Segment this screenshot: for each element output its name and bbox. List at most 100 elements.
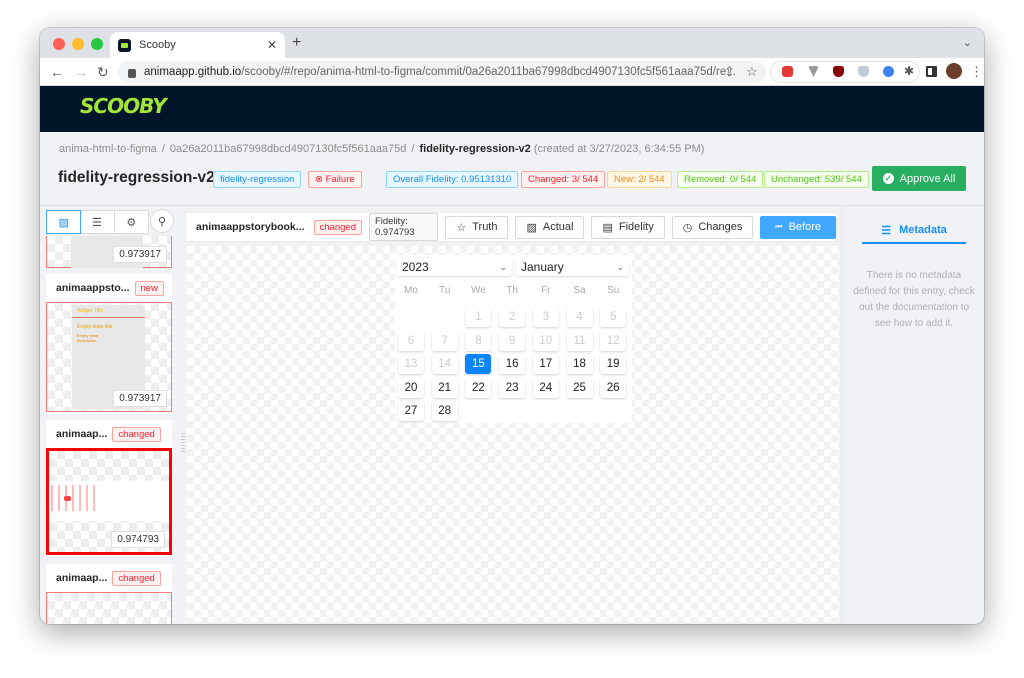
status-text: Failure bbox=[325, 174, 355, 185]
thumbnail[interactable]: 0.973917 bbox=[46, 236, 172, 268]
browser-menu-icon[interactable]: ⋮ bbox=[970, 64, 983, 80]
unchanged-count-tag[interactable]: Unchanged: 539/ 544 bbox=[764, 171, 869, 188]
side-panel-icon[interactable] bbox=[926, 66, 937, 77]
removed-count-tag[interactable]: Removed: 0/ 544 bbox=[677, 171, 764, 188]
forward-icon[interactable]: → bbox=[74, 64, 88, 80]
changed-count-tag[interactable]: Changed: 3/ 544 bbox=[521, 171, 606, 188]
calendar-day[interactable]: 5 bbox=[600, 307, 627, 327]
extension-m-icon[interactable] bbox=[883, 66, 894, 77]
changed-badge: changed bbox=[112, 570, 161, 586]
url-input[interactable]: animaapp.github.io/scooby/#/repo/anima-h… bbox=[118, 61, 766, 83]
calendar-day[interactable]: 12 bbox=[600, 330, 627, 351]
calendar-day[interactable]: 26 bbox=[600, 377, 627, 398]
thumbnail[interactable] bbox=[46, 592, 172, 624]
calendar-day[interactable]: 6 bbox=[398, 330, 424, 351]
tab-metadata[interactable]: ☰ Metadata bbox=[862, 218, 966, 244]
calendar-day[interactable]: 15 bbox=[465, 354, 492, 374]
breadcrumb-repo[interactable]: anima-html-to-figma bbox=[59, 143, 157, 155]
new-count-tag[interactable]: New: 2/ 544 bbox=[607, 171, 672, 188]
list-item[interactable]: animaap... changed bbox=[46, 564, 172, 624]
image-view-button[interactable]: ▨ bbox=[46, 210, 82, 234]
calendar-day[interactable]: 27 bbox=[398, 401, 424, 421]
calendar-day[interactable]: 4 bbox=[566, 307, 593, 327]
extension-ublock-icon[interactable] bbox=[833, 66, 844, 77]
calendar-day[interactable]: 25 bbox=[566, 377, 593, 398]
tab-search-chevron-icon[interactable]: ⌄ bbox=[963, 36, 972, 49]
weekday-label: Sa bbox=[573, 285, 586, 296]
scooby-logo[interactable]: SCOOBY bbox=[80, 94, 167, 118]
fidelity-score: 0.973917 bbox=[113, 390, 167, 407]
before-button[interactable]: ⏮ Before bbox=[760, 215, 836, 239]
extension-lastpass-icon[interactable] bbox=[782, 66, 793, 77]
weekday-label: Th bbox=[506, 285, 518, 296]
minimize-window-button[interactable] bbox=[72, 38, 84, 50]
browser-tab[interactable]: Scooby ✕ bbox=[110, 32, 285, 58]
actual-label: Actual bbox=[542, 221, 574, 233]
calendar-day[interactable]: 21 bbox=[431, 377, 458, 398]
bookmark-star-icon[interactable]: ☆ bbox=[746, 64, 758, 80]
calendar-day[interactable]: 22 bbox=[465, 377, 492, 398]
new-tab-button[interactable]: + bbox=[292, 34, 301, 52]
truth-button[interactable]: ☆ Truth bbox=[445, 215, 509, 239]
weekday-label: Fr bbox=[541, 285, 551, 296]
close-window-button[interactable] bbox=[53, 38, 65, 50]
calendar-day[interactable]: 8 bbox=[465, 330, 492, 351]
calendar-day[interactable]: 7 bbox=[431, 330, 458, 351]
actual-button[interactable]: ▨ Actual bbox=[515, 215, 585, 239]
thumbnail-selected[interactable]: 0.974793 bbox=[46, 448, 172, 555]
metadata-tab-label: Metadata bbox=[899, 224, 947, 236]
fidelity-score: 0.973917 bbox=[113, 246, 167, 263]
list-view-button[interactable]: ☰ bbox=[80, 211, 115, 233]
calendar-day[interactable]: 13 bbox=[398, 354, 424, 374]
search-button[interactable]: ⚲ bbox=[150, 209, 174, 233]
list-item[interactable]: animaap... changed 0.974793 bbox=[46, 420, 172, 556]
calendar-day[interactable]: 23 bbox=[499, 377, 526, 398]
breadcrumb-commit[interactable]: 0a26a2011ba67998dbcd4907130fc5f561aaa75d bbox=[170, 143, 407, 155]
tab-bar: Scooby ✕ + ⌄ bbox=[40, 28, 984, 58]
extension-shield-icon[interactable] bbox=[858, 66, 869, 77]
calendar-day[interactable]: 1 bbox=[465, 307, 492, 327]
calendar-day[interactable]: 24 bbox=[532, 377, 559, 398]
calendar-day[interactable]: 20 bbox=[398, 377, 424, 398]
approve-all-button[interactable]: ✓ Approve All bbox=[872, 166, 966, 191]
fidelity-score: 0.974793 bbox=[111, 531, 165, 548]
year-select[interactable]: 2023 ⌄ bbox=[397, 258, 512, 276]
profile-avatar[interactable] bbox=[946, 63, 962, 79]
close-tab-icon[interactable]: ✕ bbox=[267, 38, 277, 52]
list-item[interactable]: animaappsto... new Widget Title Empty sta… bbox=[46, 274, 172, 414]
breadcrumb-current: fidelity-regression-v2 bbox=[419, 143, 531, 155]
preview-heading: Empty state title bbox=[77, 324, 113, 330]
calendar-day[interactable]: 16 bbox=[499, 354, 526, 374]
calendar-day[interactable]: 3 bbox=[532, 307, 559, 327]
metadata-panel: ☰ Metadata There is no metadata defined f… bbox=[841, 206, 984, 624]
calendar-day[interactable]: 9 bbox=[499, 330, 526, 351]
calendar-day[interactable]: 14 bbox=[431, 354, 458, 374]
thumbnail[interactable]: Widget Title Empty state title Empty sta… bbox=[46, 302, 172, 412]
calendar-day[interactable]: 2 bbox=[499, 307, 526, 327]
extensions-puzzle-icon[interactable]: ✱ bbox=[904, 64, 914, 78]
calendar-day[interactable]: 11 bbox=[566, 330, 593, 351]
image-canvas[interactable]: 2023 ⌄ January ⌄ Mo Tu We Th Fr Sa Su 1234567891… bbox=[187, 246, 839, 622]
share-icon[interactable]: ⇪ bbox=[724, 64, 735, 80]
preview-title: Widget Title bbox=[72, 305, 145, 318]
file-icon: ▤ bbox=[602, 221, 613, 234]
maximize-window-button[interactable] bbox=[91, 38, 103, 50]
fidelity-button[interactable]: ▤ Fidelity bbox=[591, 215, 665, 239]
url-path: /scooby/#/repo/anima-html-to-figma/commi… bbox=[241, 66, 736, 78]
before-label: Before bbox=[788, 221, 821, 233]
calendar-day[interactable]: 17 bbox=[532, 354, 559, 374]
calendar-day[interactable]: 28 bbox=[431, 401, 458, 421]
calendar-day[interactable]: 10 bbox=[532, 330, 559, 351]
reload-icon[interactable]: ↻ bbox=[97, 64, 109, 81]
list-item[interactable]: 0.973917 bbox=[46, 236, 172, 268]
calendar-day[interactable]: 18 bbox=[566, 354, 593, 374]
changes-button[interactable]: ◷ Changes bbox=[671, 215, 754, 239]
status-badge: ⊗ Failure bbox=[308, 171, 362, 188]
weekday-label: Su bbox=[607, 285, 620, 296]
weekday-label: We bbox=[470, 285, 486, 296]
app-header: SCOOBY bbox=[40, 86, 984, 132]
month-select[interactable]: January ⌄ bbox=[516, 258, 629, 276]
tree-view-button[interactable]: ⚙ bbox=[115, 211, 148, 233]
back-icon[interactable]: ← bbox=[50, 64, 64, 80]
calendar-day[interactable]: 19 bbox=[600, 354, 627, 374]
